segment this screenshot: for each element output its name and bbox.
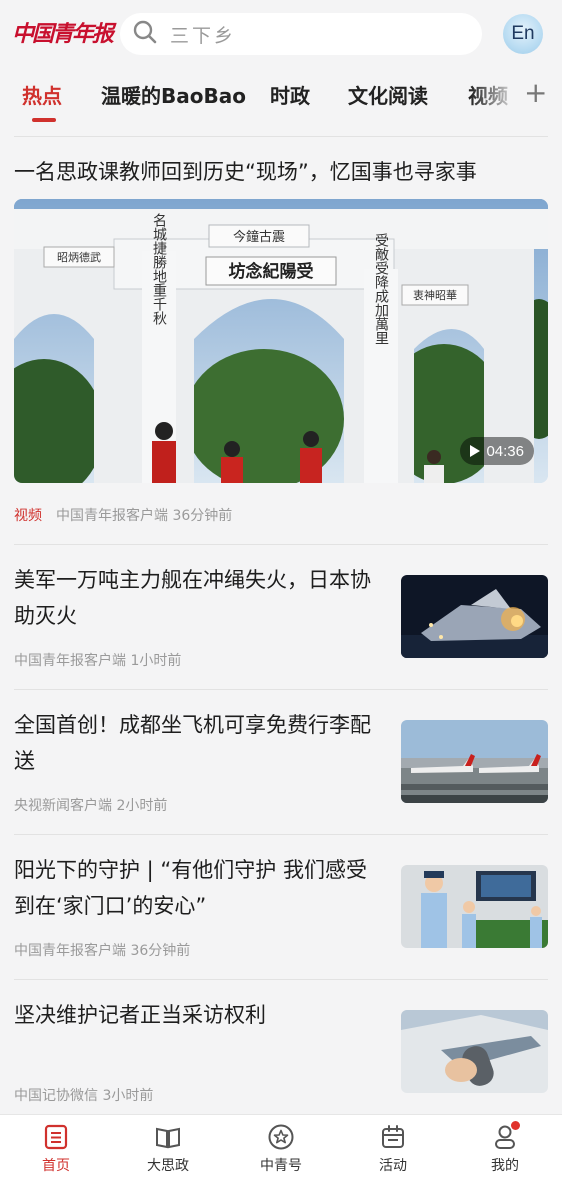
feature-source: 中国青年报客户端 36分钟前 <box>56 508 233 524</box>
home-list-icon <box>16 1123 96 1151</box>
list-item[interactable]: 全国首创！成都坐飞机可享免费行李配送 央视新闻客户端 2小时前 <box>14 707 548 817</box>
svg-text:昭炳德武: 昭炳德武 <box>57 250 101 264</box>
nav-label: 首页 <box>42 1158 70 1174</box>
news-source: 央视新闻客户端 2小时前 <box>14 798 168 814</box>
channel-tabs: 热点 温暖的BaoBao 时政 文化阅读 视频 + <box>0 70 562 122</box>
play-icon <box>470 445 481 457</box>
tab-baobao[interactable]: 温暖的BaoBao <box>101 80 246 109</box>
news-source: 中国青年报客户端 1小时前 <box>14 653 182 669</box>
search-placeholder: 三下乡 <box>170 24 237 47</box>
add-channel-button[interactable]: + <box>524 76 547 109</box>
svg-text:衷神昭華: 衷神昭華 <box>413 288 457 302</box>
divider <box>14 136 548 137</box>
tab-fade <box>470 70 520 122</box>
search-bar[interactable]: 三下乡 <box>120 13 482 55</box>
news-thumbnail <box>401 865 548 948</box>
nav-big-politics[interactable]: 大思政 <box>128 1123 208 1175</box>
news-thumbnail <box>401 575 548 658</box>
app-logo[interactable]: 中国青年报 <box>12 14 114 54</box>
nav-activities[interactable]: 活动 <box>353 1123 433 1175</box>
video-tag: 视频 <box>14 508 42 524</box>
tab-politics[interactable]: 时政 <box>270 80 310 109</box>
feature-meta: 视频 中国青年报客户端 36分钟前 <box>14 505 232 525</box>
user-icon <box>465 1123 545 1151</box>
news-title: 全国首创！成都坐飞机可享免费行李配送 <box>14 713 371 773</box>
nav-label: 中青号 <box>260 1158 302 1174</box>
search-icon <box>132 19 158 49</box>
nav-label: 我的 <box>491 1158 519 1174</box>
list-item[interactable]: 美军一万吨主力舰在冲绳失火，日本协助灭火 中国青年报客户端 1小时前 <box>14 562 548 672</box>
nav-zhongqing-hao[interactable]: 中青号 <box>241 1123 321 1175</box>
nav-home[interactable]: 首页 <box>16 1123 96 1175</box>
airport-planes-image <box>401 720 548 803</box>
microphone-image <box>401 1010 548 1093</box>
divider <box>14 689 548 690</box>
bottom-navigation: 首页 大思政 中青号 活动 我的 <box>0 1114 562 1180</box>
news-title: 坚决维护记者正当采访权利 <box>14 1003 266 1027</box>
divider <box>14 979 548 980</box>
news-source: 中国青年报客户端 36分钟前 <box>14 943 191 959</box>
police-officers-image <box>401 865 548 948</box>
news-title: 阳光下的守护 | “有他们守护 我们感受到在‘家门口’的安心” <box>14 858 367 918</box>
news-thumbnail <box>401 1010 548 1093</box>
calendar-icon <box>353 1123 433 1151</box>
tab-hot[interactable]: 热点 <box>22 80 62 109</box>
video-duration-badge: 04:36 <box>460 437 534 465</box>
news-source: 中国记协微信 3小时前 <box>14 1088 154 1104</box>
divider <box>14 834 548 835</box>
news-thumbnail <box>401 720 548 803</box>
svg-text:受敵受降成加萬里: 受敵受降成加萬里 <box>373 233 389 345</box>
svg-text:名城捷勝地重千秋: 名城捷勝地重千秋 <box>151 213 167 325</box>
svg-text:坊念紀陽受: 坊念紀陽受 <box>229 261 314 282</box>
list-item[interactable]: 阳光下的守护 | “有他们守护 我们感受到在‘家门口’的安心” 中国青年报客户端… <box>14 852 548 962</box>
news-title: 美军一万吨主力舰在冲绳失火，日本协助灭火 <box>14 568 371 628</box>
nav-mine[interactable]: 我的 <box>465 1121 545 1175</box>
star-circle-icon <box>241 1123 321 1151</box>
nav-label: 活动 <box>379 1158 407 1174</box>
list-item[interactable]: 坚决维护记者正当采访权利 中国记协微信 3小时前 <box>14 997 548 1107</box>
burning-warship-image <box>401 575 548 658</box>
open-book-icon <box>128 1123 208 1151</box>
divider <box>14 544 548 545</box>
tab-culture-reading[interactable]: 文化阅读 <box>348 80 428 109</box>
svg-text:今鐘古震: 今鐘古震 <box>233 229 285 245</box>
language-switch-button[interactable]: En <box>503 14 543 54</box>
notification-badge <box>511 1121 520 1130</box>
top-bar: 中国青年报 三下乡 En <box>0 0 562 68</box>
feature-video-thumbnail[interactable]: 今鐘古震 坊念紀陽受 昭炳德武 衷神昭華 名城捷勝地重千秋 受敵受降成加萬里 0… <box>14 199 548 483</box>
active-tab-indicator <box>32 118 56 122</box>
feature-article-title[interactable]: 一名思政课教师回到历史“现场”，忆国事也寻家事 <box>14 156 477 186</box>
video-duration: 04:36 <box>486 442 524 460</box>
nav-label: 大思政 <box>147 1158 189 1174</box>
